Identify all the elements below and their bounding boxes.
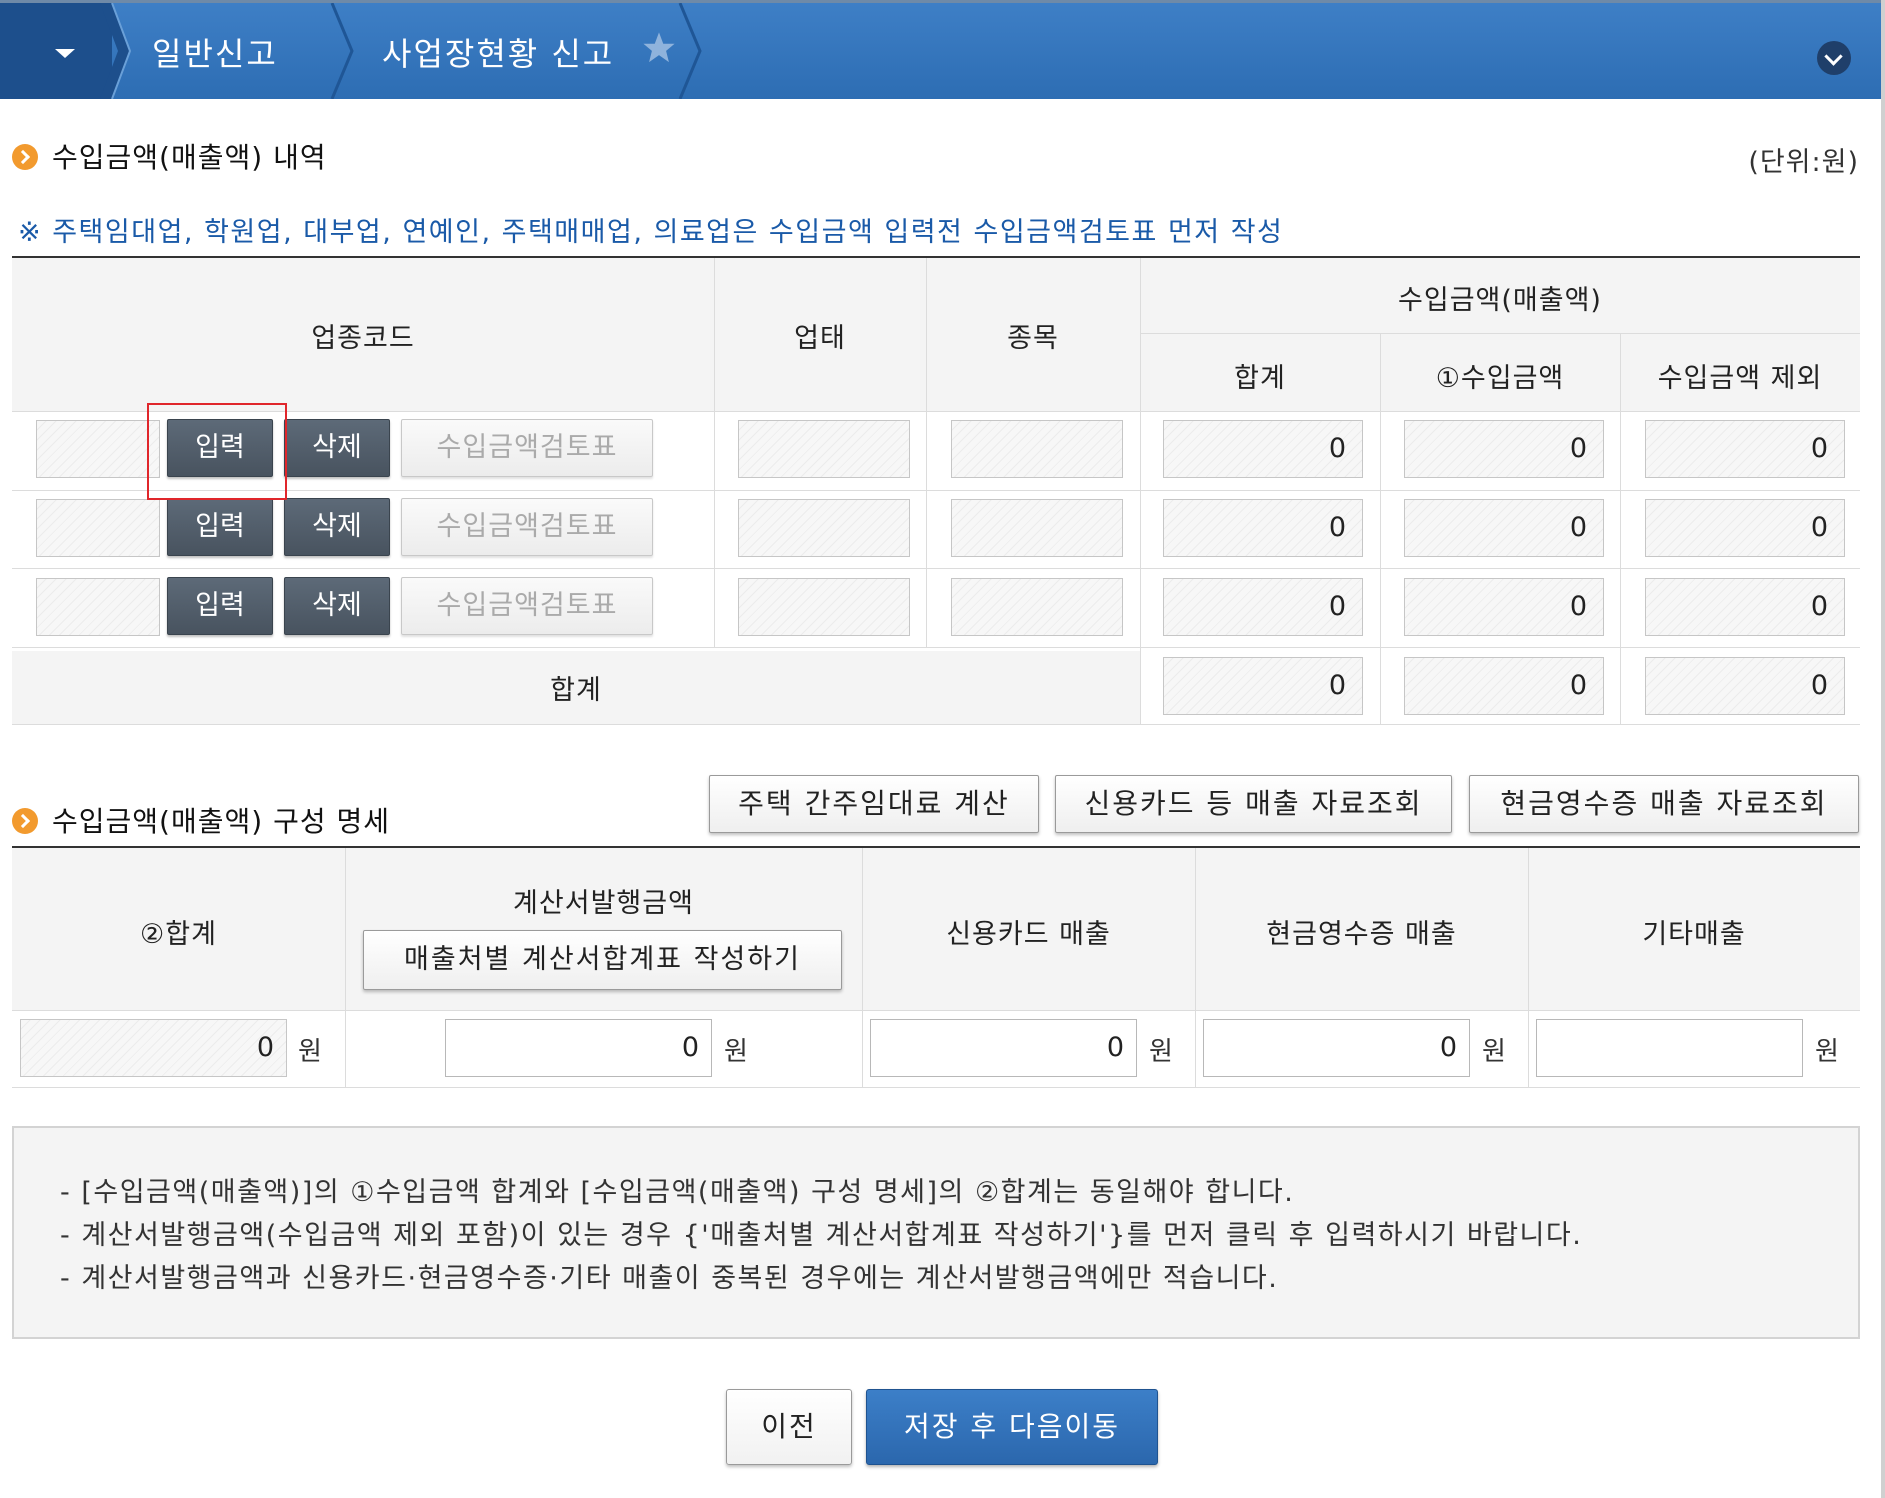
revenue-review-button[interactable]: 수입금액검토표 [401, 419, 653, 477]
col-divider [1528, 848, 1529, 1087]
business-item-field[interactable] [951, 420, 1123, 478]
guidance-box: - [수입금액(매출액)]의 ①수입금액 합계와 [수입금액(매출액) 구성 명… [12, 1126, 1860, 1339]
header-other-sales: 기타매출 [1642, 919, 1746, 950]
guidance-line: - 계산서발행금액(수입금액 제외 포함)이 있는 경우 {'매출처별 계산서합… [60, 1220, 1583, 1251]
business-type-field[interactable] [738, 499, 910, 557]
notice-text: ※ 주택임대업, 학원업, 대부업, 연예인, 주택매매업, 의료업은 수입금액… [18, 217, 1284, 248]
business-item-field[interactable] [951, 499, 1123, 557]
composition-title-text: 수입금액(매출액) 구성 명세 [52, 805, 391, 838]
breadcrumb-separator-icon [330, 3, 354, 99]
invoice-amount-input[interactable]: 0 [445, 1019, 712, 1077]
previous-button[interactable]: 이전 [726, 1389, 852, 1465]
won-unit: 원 [1815, 1037, 1839, 1067]
sum-label: 합계 [550, 675, 602, 706]
header-credit-card-sales: 신용카드 매출 [946, 919, 1111, 950]
delete-button[interactable]: 삭제 [284, 419, 390, 477]
section-bullet-icon [12, 808, 38, 834]
header-amount-group: 수입금액(매출액) [1398, 285, 1602, 316]
total-amount-field[interactable]: 0 [1163, 499, 1363, 557]
delete-button[interactable]: 삭제 [284, 498, 390, 556]
header-business-item: 종목 [1007, 323, 1059, 354]
header-invoice-amount: 계산서발행금액 [513, 888, 694, 919]
won-unit: 원 [724, 1037, 748, 1067]
breadcrumb-separator-icon [678, 3, 702, 99]
delete-button[interactable]: 삭제 [284, 577, 390, 635]
credit-card-sales-lookup-button[interactable]: 신용카드 등 매출 자료조회 [1055, 775, 1452, 833]
col-divider [862, 848, 863, 1087]
header-income: ①수입금액 [1435, 363, 1565, 394]
excluded-amount-field[interactable]: 0 [1645, 578, 1845, 636]
header-business-code: 업종코드 [311, 323, 415, 354]
input-button[interactable]: 입력 [167, 577, 273, 635]
business-code-field[interactable] [36, 499, 160, 557]
guidance-line: - [수입금액(매출액)]의 ①수입금액 합계와 [수입금액(매출액) 구성 명… [60, 1177, 1295, 1208]
business-code-field[interactable] [36, 578, 160, 636]
revenue-review-button[interactable]: 수입금액검토표 [401, 498, 653, 556]
won-unit: 원 [1482, 1037, 1506, 1067]
revenue-section-title: 수입금액(매출액) 내역 [12, 136, 327, 176]
housing-deemed-rent-button[interactable]: 주택 간주임대료 계산 [709, 775, 1039, 833]
scrollbar[interactable] [1881, 0, 1885, 1498]
top-navigation-bar: 일반신고 사업장현황 신고 [0, 0, 1885, 99]
sum-income-field[interactable]: 0 [1404, 657, 1604, 715]
header-total: 합계 [1234, 363, 1286, 394]
total-amount-field[interactable]: 0 [1163, 420, 1363, 478]
composition-section-title: 수입금액(매출액) 구성 명세 [12, 800, 390, 840]
col-divider [1140, 258, 1141, 724]
sum-excluded-field[interactable]: 0 [1645, 657, 1845, 715]
row-divider [12, 1010, 1860, 1011]
header-business-type: 업태 [794, 323, 846, 354]
breadcrumb-business-status-report[interactable]: 사업장현황 신고 [382, 29, 614, 75]
excluded-amount-field[interactable]: 0 [1645, 499, 1845, 557]
won-unit: 원 [1149, 1037, 1173, 1067]
business-type-field[interactable] [738, 578, 910, 636]
total-amount-field[interactable]: 0 [1163, 578, 1363, 636]
income-amount-field[interactable]: 0 [1404, 499, 1604, 557]
unit-label: (단위:원) [1748, 147, 1859, 178]
row-divider [12, 411, 1860, 412]
col-divider [1195, 848, 1196, 1087]
row-divider [12, 1087, 1860, 1088]
highlight-box [147, 403, 287, 500]
revenue-review-button[interactable]: 수입금액검토표 [401, 577, 653, 635]
won-unit: 원 [298, 1037, 322, 1067]
guidance-line: - 계산서발행금액과 신용카드·현금영수증·기타 매출이 중복된 경우에는 계산… [60, 1263, 1279, 1294]
save-and-next-button[interactable]: 저장 후 다음이동 [866, 1389, 1158, 1465]
breadcrumb-general-report[interactable]: 일반신고 [152, 29, 278, 75]
other-sales-input[interactable] [1536, 1019, 1803, 1077]
row-divider [12, 724, 1860, 725]
cash-receipt-sales-input[interactable]: 0 [1203, 1019, 1470, 1077]
breadcrumb-separator-icon [100, 3, 132, 99]
write-invoice-summary-button[interactable]: 매출처별 계산서합계표 작성하기 [363, 930, 842, 990]
cash-receipt-sales-lookup-button[interactable]: 현금영수증 매출 자료조회 [1469, 775, 1859, 833]
business-type-field[interactable] [738, 420, 910, 478]
caret-down-icon [55, 49, 75, 58]
menu-toggle[interactable] [0, 3, 112, 99]
row-divider [12, 647, 1860, 648]
header-cash-receipt-sales: 현금영수증 매출 [1266, 919, 1457, 950]
income-amount-field[interactable]: 0 [1404, 420, 1604, 478]
header-divider [1140, 333, 1860, 334]
income-amount-field[interactable]: 0 [1404, 578, 1604, 636]
chevron-down-icon[interactable] [1817, 41, 1851, 75]
sum-2-field[interactable]: 0 [20, 1019, 287, 1077]
input-button[interactable]: 입력 [167, 498, 273, 556]
header-excluded: 수입금액 제외 [1657, 363, 1823, 394]
excluded-amount-field[interactable]: 0 [1645, 420, 1845, 478]
star-icon[interactable] [642, 31, 676, 65]
sum-total-field[interactable]: 0 [1163, 657, 1363, 715]
business-code-field[interactable] [36, 420, 160, 478]
credit-card-sales-input[interactable]: 0 [870, 1019, 1137, 1077]
row-divider [12, 490, 1860, 491]
row-divider [12, 568, 1860, 569]
business-item-field[interactable] [951, 578, 1123, 636]
revenue-title-text: 수입금액(매출액) 내역 [52, 141, 327, 174]
header-sum-2: ②합계 [140, 919, 217, 950]
section-bullet-icon [12, 144, 38, 170]
